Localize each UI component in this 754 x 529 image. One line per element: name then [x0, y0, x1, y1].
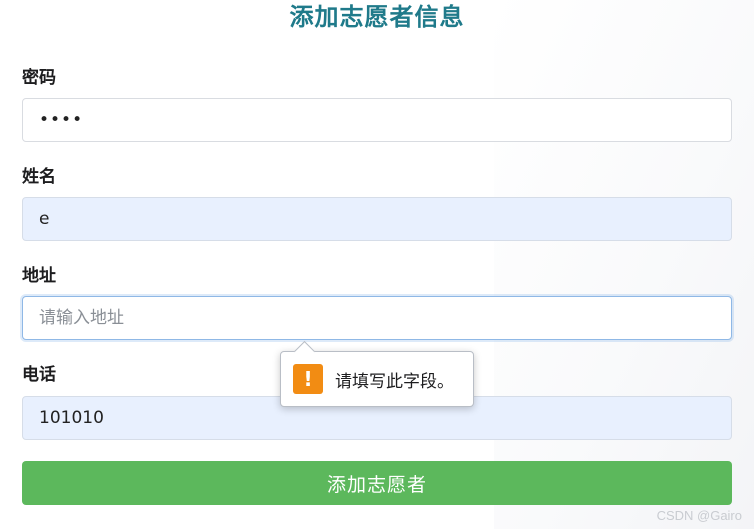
password-field[interactable] — [22, 98, 732, 142]
tooltip-arrow — [293, 340, 316, 363]
background-sheen — [494, 0, 754, 529]
validation-message: 请填写此字段。 — [335, 371, 454, 392]
validation-tooltip: ! 请填写此字段。 — [280, 340, 474, 407]
add-volunteer-button[interactable]: 添加志愿者 — [22, 461, 732, 505]
volunteer-form-page: 添加志愿者信息 密码 姓名 地址 电话 添加志愿者 ! 请填写此字段。 CSDN… — [0, 0, 754, 529]
address-field[interactable] — [22, 296, 732, 340]
page-title: 添加志愿者信息 — [289, 3, 465, 31]
name-field[interactable] — [22, 197, 732, 241]
password-label: 密码 — [22, 68, 56, 88]
address-label: 地址 — [22, 266, 56, 286]
phone-label: 电话 — [22, 365, 56, 385]
warning-icon: ! — [293, 364, 323, 394]
name-label: 姓名 — [22, 167, 56, 187]
watermark: CSDN @Gairo — [656, 508, 742, 523]
